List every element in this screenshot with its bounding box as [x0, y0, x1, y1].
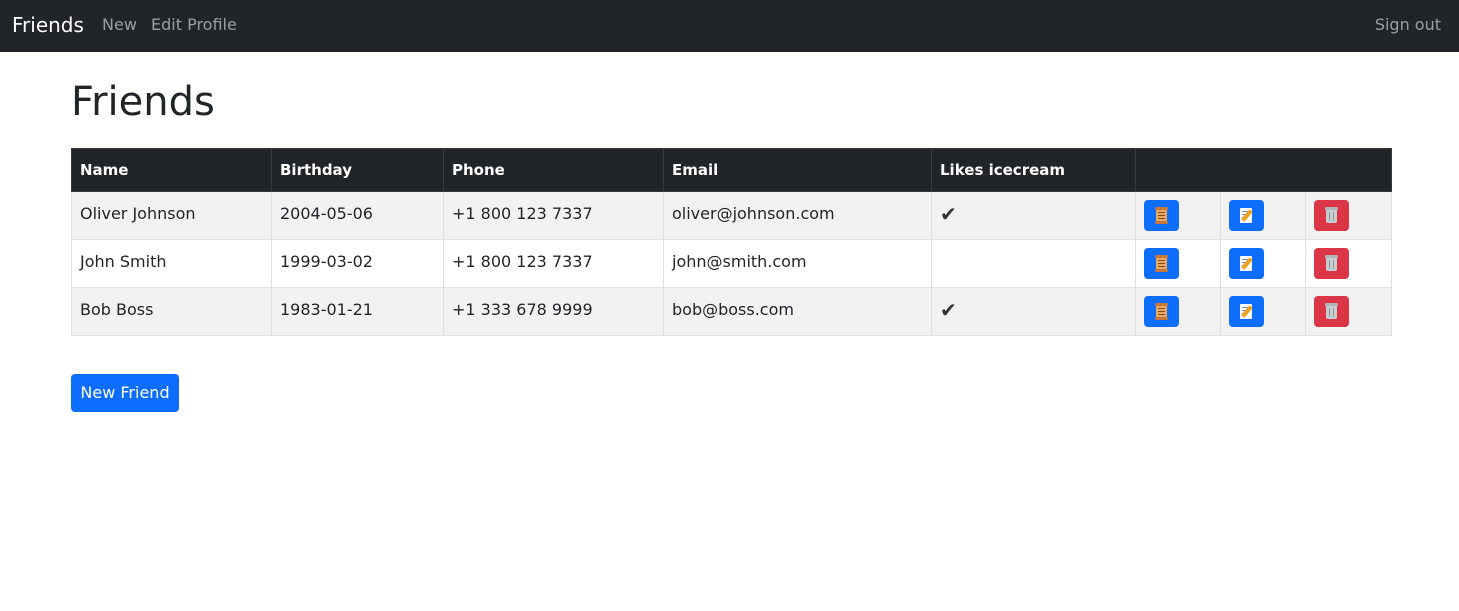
edit-friend-button[interactable]	[1229, 296, 1264, 327]
nav-link-edit-profile[interactable]: Edit Profile	[151, 15, 237, 35]
cell-birthday: 1999-03-02	[271, 239, 444, 288]
edit-friend-button[interactable]	[1229, 248, 1264, 279]
cell-email: oliver@johnson.com	[663, 191, 932, 240]
nav-link-new[interactable]: New	[102, 15, 137, 35]
new-friend-button[interactable]: New Friend	[71, 374, 179, 412]
cell-likes-icecream: ✔	[931, 191, 1136, 240]
show-friend-button[interactable]	[1144, 248, 1179, 279]
column-header-email: Email	[663, 148, 932, 192]
friends-table: Name Birthday Phone Email Likes icecream…	[71, 148, 1393, 336]
check-mark-icon: ✔	[940, 298, 957, 322]
cell-email: bob@boss.com	[663, 287, 932, 336]
cell-edit	[1220, 191, 1306, 240]
cell-show	[1135, 287, 1221, 336]
cell-likes-icecream: ✔	[931, 287, 1136, 336]
table-row: John Smith 1999-03-02 +1 800 123 7337 jo…	[71, 239, 1393, 288]
scroll-icon	[1155, 255, 1168, 272]
trash-icon	[1326, 306, 1337, 319]
cell-delete	[1304, 239, 1393, 288]
show-friend-button[interactable]	[1144, 296, 1179, 327]
cell-edit	[1220, 239, 1306, 288]
table-row: Oliver Johnson 2004-05-06 +1 800 123 733…	[71, 191, 1393, 240]
column-header-name: Name	[71, 148, 272, 192]
scroll-icon	[1155, 303, 1168, 320]
column-header-actions	[1134, 148, 1393, 192]
cell-edit	[1220, 287, 1306, 336]
scroll-icon	[1155, 207, 1168, 224]
cell-delete	[1304, 191, 1393, 240]
navbar-brand[interactable]: Friends	[12, 12, 84, 38]
nav-link-sign-out[interactable]: Sign out	[1375, 15, 1441, 35]
column-header-phone: Phone	[443, 148, 664, 192]
top-navbar: Friends New Edit Profile Sign out	[0, 0, 1459, 52]
trash-icon	[1326, 210, 1337, 223]
trash-icon	[1326, 258, 1337, 271]
delete-friend-button[interactable]	[1314, 248, 1349, 279]
friends-table-container: Name Birthday Phone Email Likes icecream…	[71, 148, 1393, 336]
cell-show	[1135, 191, 1221, 240]
cell-name: John Smith	[71, 239, 272, 288]
show-friend-button[interactable]	[1144, 200, 1179, 231]
cell-name: Bob Boss	[71, 287, 272, 336]
cell-phone: +1 800 123 7337	[443, 239, 664, 288]
column-header-likes-icecream: Likes icecream	[931, 148, 1136, 192]
edit-friend-button[interactable]	[1229, 200, 1264, 231]
table-header: Name Birthday Phone Email Likes icecream	[71, 148, 1393, 192]
cell-phone: +1 333 678 9999	[443, 287, 664, 336]
column-header-birthday: Birthday	[271, 148, 444, 192]
table-row: Bob Boss 1983-01-21 +1 333 678 9999 bob@…	[71, 287, 1393, 336]
table-header-row: Name Birthday Phone Email Likes icecream	[71, 148, 1393, 192]
table-body: Oliver Johnson 2004-05-06 +1 800 123 733…	[71, 191, 1393, 336]
cell-likes-icecream	[931, 239, 1136, 288]
cell-birthday: 1983-01-21	[271, 287, 444, 336]
cell-phone: +1 800 123 7337	[443, 191, 664, 240]
cell-show	[1135, 239, 1221, 288]
check-mark-icon: ✔	[940, 202, 957, 226]
delete-friend-button[interactable]	[1314, 296, 1349, 327]
cell-birthday: 2004-05-06	[271, 191, 444, 240]
cell-delete	[1304, 287, 1393, 336]
cell-name: Oliver Johnson	[71, 191, 272, 240]
page-title: Friends	[71, 79, 215, 125]
cell-email: john@smith.com	[663, 239, 932, 288]
delete-friend-button[interactable]	[1314, 200, 1349, 231]
